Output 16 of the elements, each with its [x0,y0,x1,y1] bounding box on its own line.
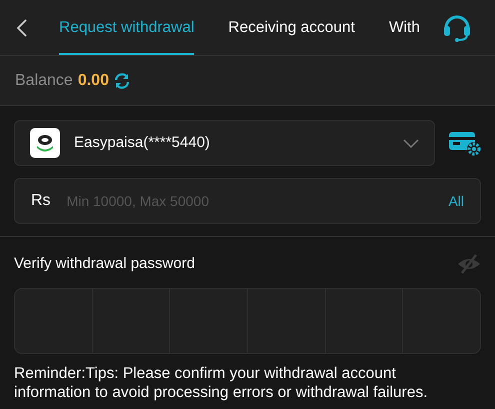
account-dropdown[interactable]: Easypaisa(****5440) [14,120,435,166]
headset-icon[interactable] [441,12,473,42]
chevron-down-icon [403,138,419,148]
balance-label: Balance [15,70,73,90]
tab[interactable]: With [388,0,420,55]
all-button[interactable]: All [448,190,464,212]
refresh-icon[interactable] [112,72,131,90]
card-settings-icon[interactable] [449,130,481,156]
password-label: Verify withdrawal password [14,254,195,274]
account-name: Easypaisa(****5440) [74,132,210,153]
reminder-text: Reminder:Tips: Please confirm your withdrawal account information to avoid processing errors or withdrawal failures. [14,364,429,402]
currency-label: Rs [31,191,51,211]
wallet-logo-icon [30,128,60,158]
back-icon[interactable] [15,18,29,38]
tab[interactable]: Receiving account [228,0,355,55]
balance-amount: 0.00 [78,70,109,90]
